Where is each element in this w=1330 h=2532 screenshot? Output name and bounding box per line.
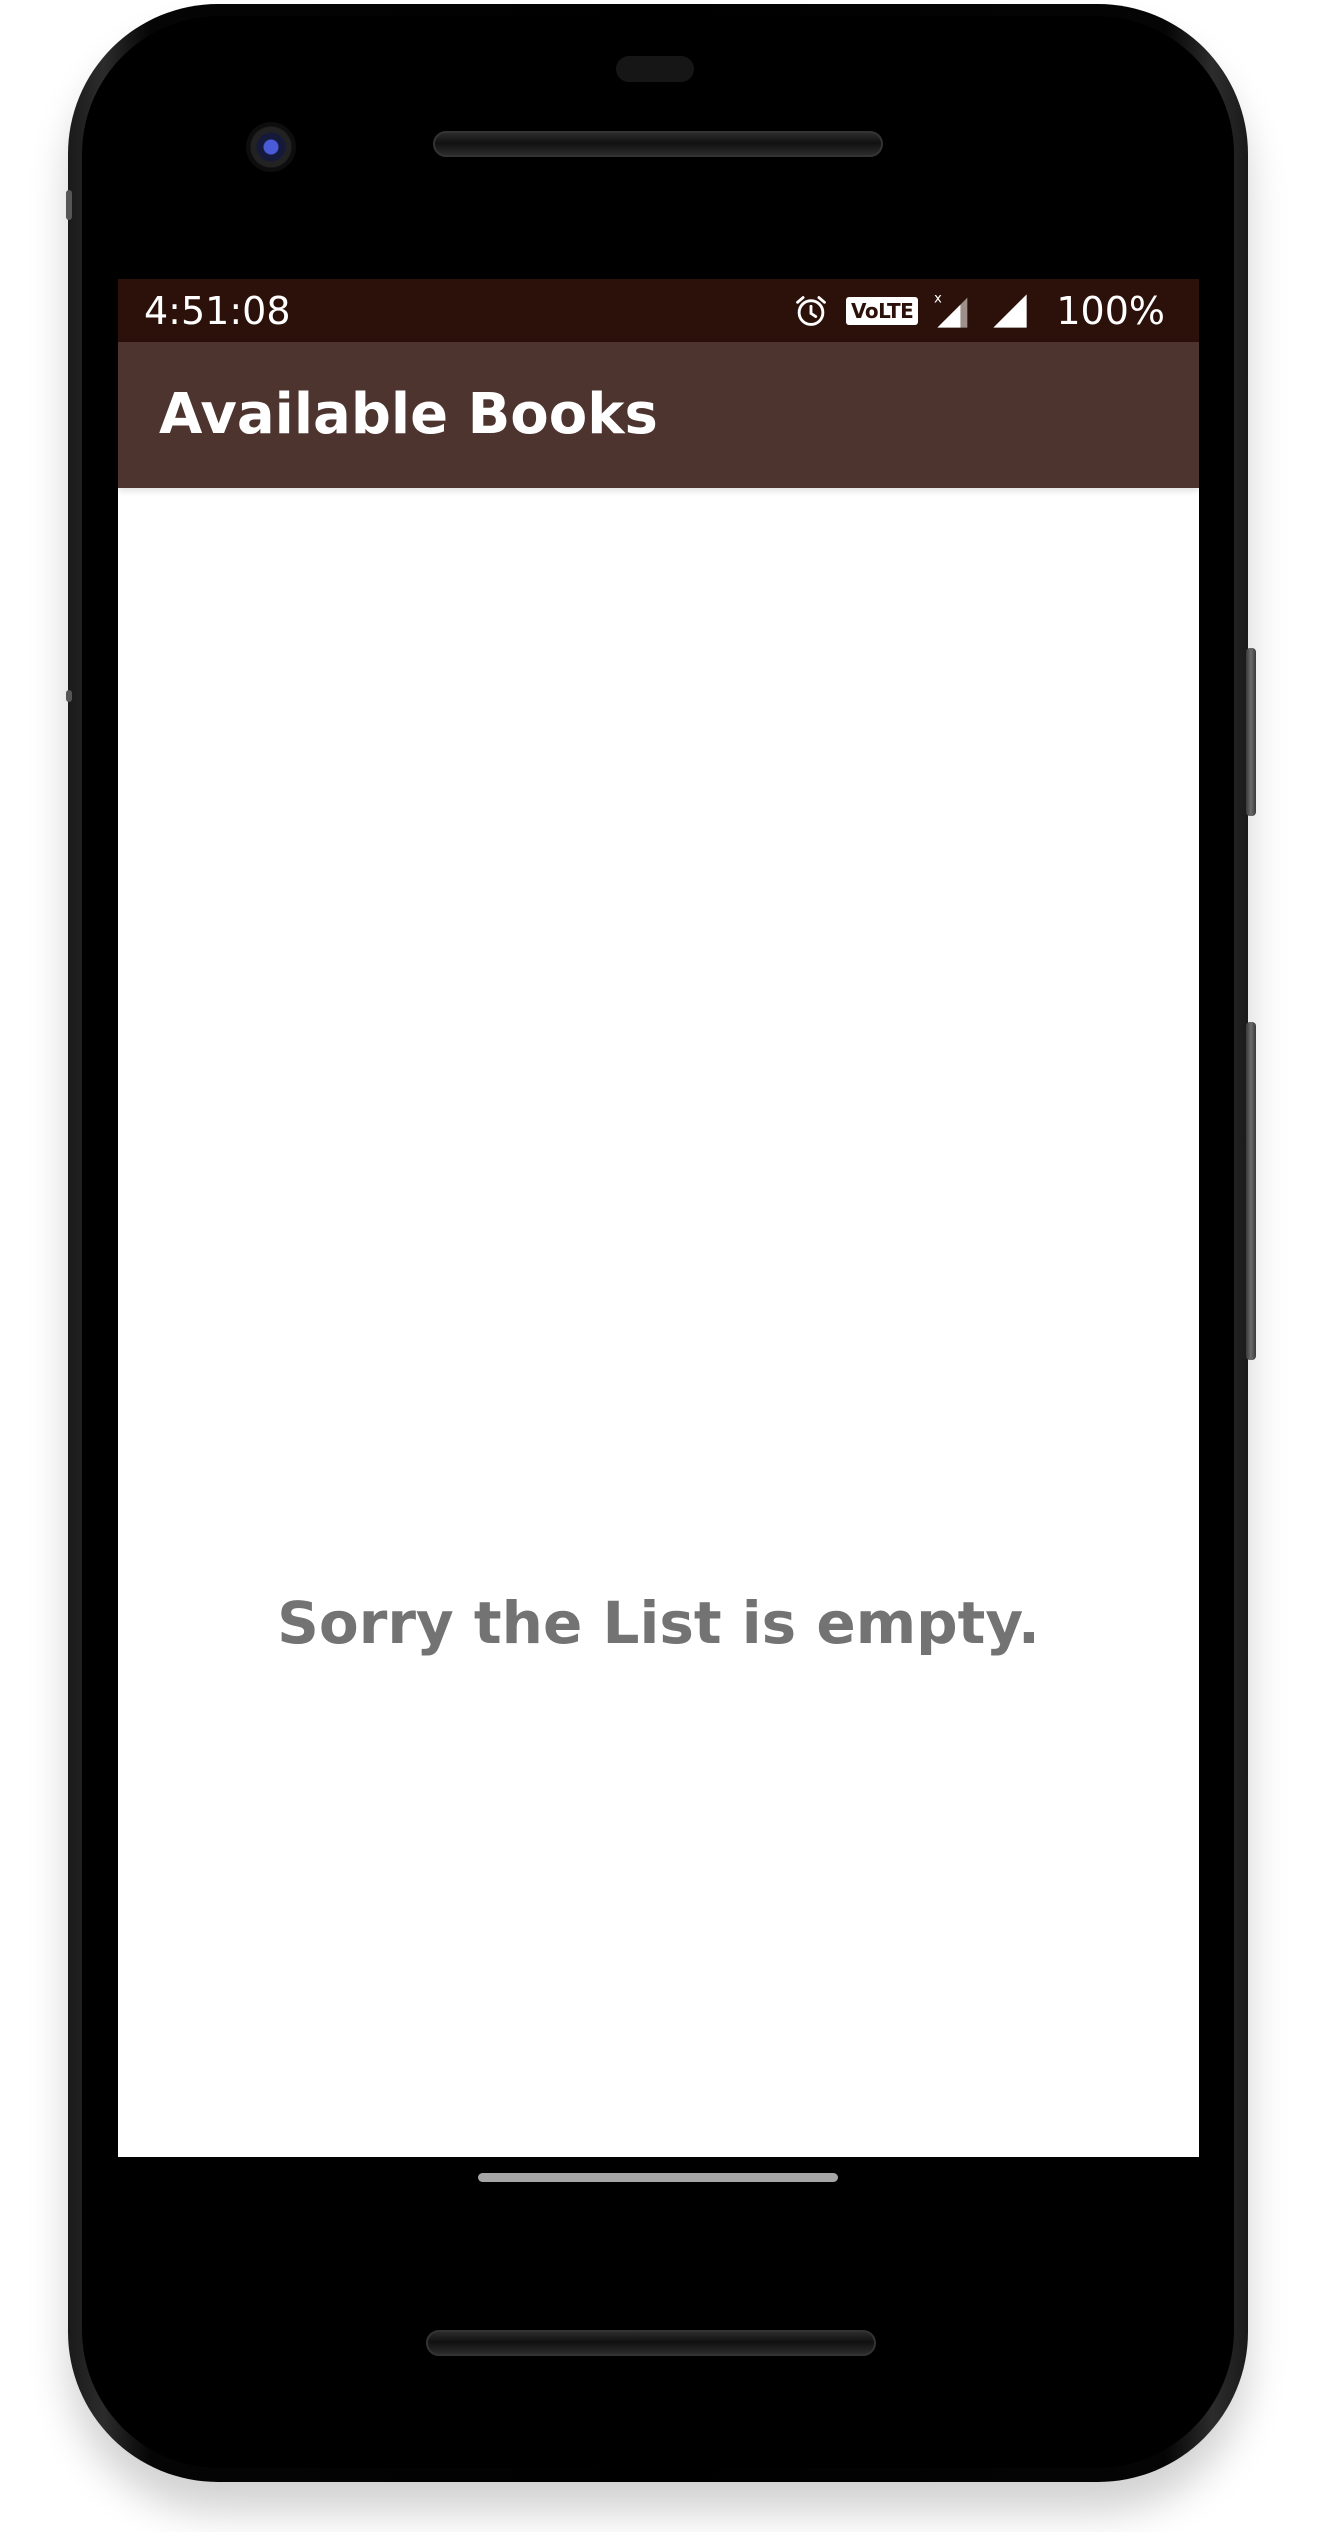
device-screen: 4:51:08 VoLTE x 100% Available Books Sor… xyxy=(118,279,1199,2157)
page-title: Available Books xyxy=(159,382,658,447)
proximity-sensor xyxy=(616,56,694,82)
earpiece-speaker xyxy=(433,131,883,157)
power-button xyxy=(1246,648,1256,816)
app-bar: Available Books xyxy=(118,342,1199,488)
home-gesture-bar[interactable] xyxy=(478,2173,838,2182)
signal-icon: x xyxy=(934,292,968,328)
volume-button xyxy=(1246,1022,1256,1360)
status-time: 4:51:08 xyxy=(144,289,291,333)
phone-edge-detail xyxy=(66,690,72,702)
status-icons: VoLTE x 100% xyxy=(792,289,1165,333)
battery-level: 100% xyxy=(1056,289,1165,333)
status-bar: 4:51:08 VoLTE x 100% xyxy=(118,279,1199,342)
phone-edge-detail xyxy=(66,190,72,220)
bottom-speaker xyxy=(426,2330,876,2356)
book-list-empty-state: Sorry the List is empty. xyxy=(118,488,1199,2157)
volte-icon: VoLTE xyxy=(845,297,919,325)
alarm-icon xyxy=(796,296,826,326)
front-camera xyxy=(246,122,296,172)
svg-text:x: x xyxy=(934,292,942,307)
signal-icon xyxy=(993,294,1028,328)
empty-list-message: Sorry the List is empty. xyxy=(277,1589,1040,1657)
